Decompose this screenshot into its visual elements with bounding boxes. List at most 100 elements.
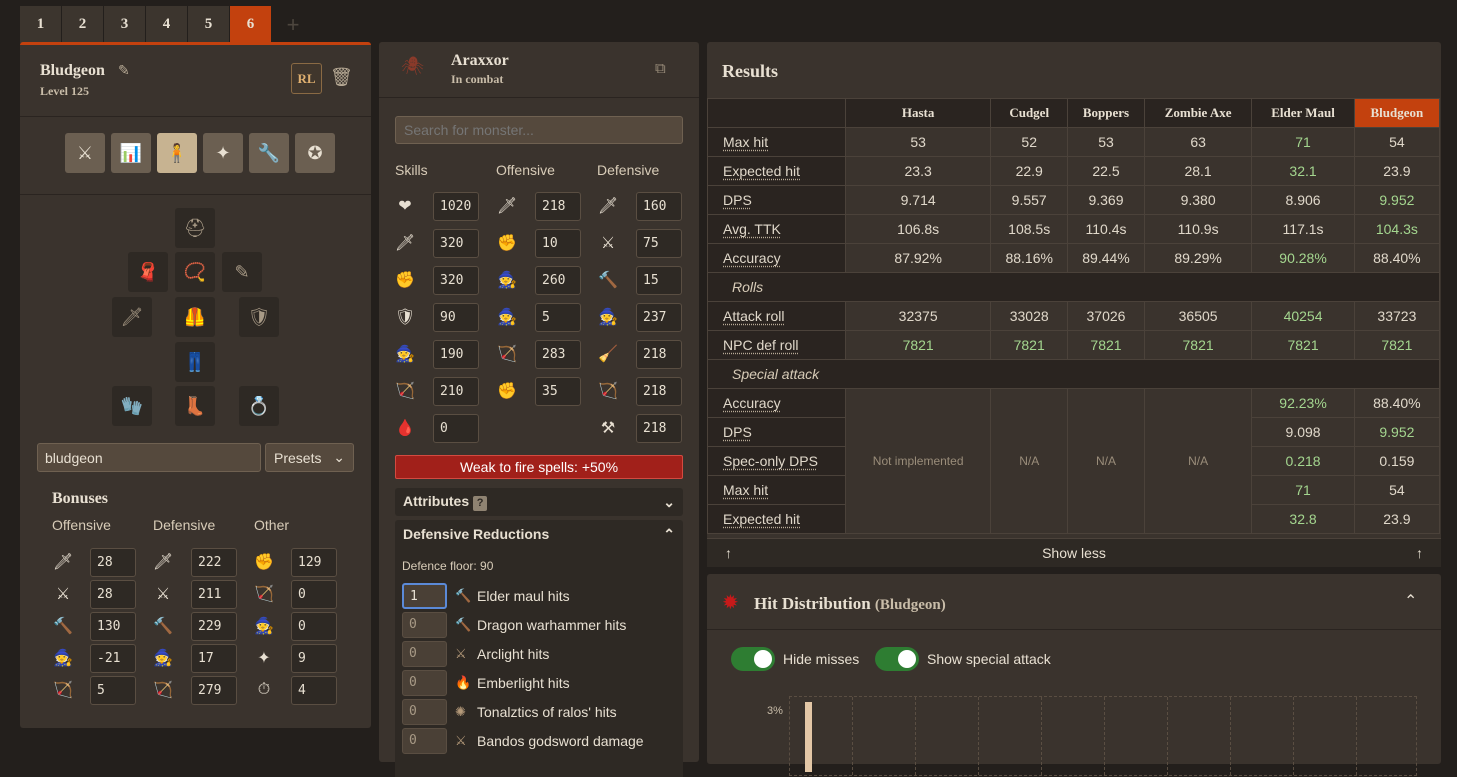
tab-6[interactable]: 6 — [230, 6, 272, 43]
monster-defensive-value[interactable]: 218 — [636, 414, 682, 443]
row-label: Spec-only DPS — [707, 446, 846, 476]
attributes-accordion[interactable]: Attributes? ⌄ — [395, 488, 683, 516]
monster-defensive-value[interactable]: 218 — [636, 377, 682, 406]
result-cell: 110.9s — [1143, 214, 1253, 244]
equipment-search-input[interactable] — [37, 443, 261, 472]
equipment-icon[interactable]: 🧍 — [157, 133, 197, 173]
bonus-other-value: 0 — [291, 580, 337, 609]
body-slot-icon[interactable]: 🦺 — [175, 297, 215, 337]
monster-offensive-value[interactable]: 283 — [535, 340, 581, 369]
combat-styles-icon[interactable]: ⚔ — [65, 133, 105, 173]
neck-slot-icon[interactable]: 📿 — [175, 252, 215, 292]
reduction-row: 0 ✺ Tonalztics of ralos' hits — [402, 699, 617, 725]
reduction-label: Tonalztics of ralos' hits — [477, 704, 617, 720]
bonus-defensive-value: 222 — [191, 548, 237, 577]
hit-distribution-header[interactable]: ✹ Hit Distribution (Bludgeon) ⌃ — [707, 574, 1441, 630]
monster-offensive-value[interactable]: 218 — [535, 192, 581, 221]
tab-1[interactable]: 1 — [20, 6, 62, 43]
weapon-icon: ⚔ — [455, 733, 467, 748]
ring-slot-icon[interactable]: 💍 — [239, 386, 279, 426]
tab-3[interactable]: 3 — [104, 6, 146, 43]
spanner-icon[interactable]: 🔧 — [249, 133, 289, 173]
monster-status: In combat — [451, 72, 504, 86]
grid-line — [915, 697, 916, 775]
result-cell: 108.5s — [990, 214, 1069, 244]
monster-offensive-value[interactable]: 10 — [535, 229, 581, 258]
head-slot-icon[interactable]: ⛑ — [175, 208, 215, 248]
slash-icon: ⚔ — [155, 586, 171, 603]
show-less-label: Show less — [1042, 545, 1106, 561]
monster-offensive-value[interactable]: 260 — [535, 266, 581, 295]
monster-defensive-value[interactable]: 218 — [636, 340, 682, 369]
show-less-button[interactable]: ↑ Show less ↑ — [707, 538, 1441, 567]
presets-dropdown[interactable]: Presets ⌄ — [265, 443, 354, 472]
chevron-up-icon[interactable]: ⌃ — [1404, 591, 1417, 611]
tab-2[interactable]: 2 — [62, 6, 104, 43]
reduction-input[interactable]: 0 — [402, 670, 447, 696]
monster-skills-value[interactable]: 320 — [433, 229, 479, 258]
stab-icon: 🗡 — [152, 554, 174, 571]
prayer-icon[interactable]: ✦ — [203, 133, 243, 173]
monster-skills-value[interactable]: 210 — [433, 377, 479, 406]
column-header[interactable]: Elder Maul — [1251, 98, 1355, 128]
monster-skills-value[interactable]: 1020 — [433, 192, 479, 221]
slash-icon: ⚔ — [55, 586, 71, 603]
show-special-toggle[interactable] — [875, 647, 919, 671]
monster-defensive-value[interactable]: 237 — [636, 303, 682, 332]
column-header[interactable]: Bludgeon — [1353, 98, 1441, 128]
column-header[interactable]: Zombie Axe — [1143, 98, 1253, 128]
external-link-icon[interactable]: ⧉ — [655, 60, 666, 77]
result-cell: 92.23% — [1251, 388, 1355, 418]
monster-skills-value[interactable]: 90 — [433, 303, 479, 332]
edit-name-icon[interactable]: ✎ — [118, 62, 130, 79]
cape-slot-icon[interactable]: 🧣 — [128, 252, 168, 292]
ranged-strength-icon: ✊ — [497, 383, 517, 400]
result-cell: 54 — [1353, 127, 1441, 157]
row-label: DPS — [707, 185, 846, 215]
monster-skills-value[interactable]: 0 — [433, 414, 479, 443]
hide-misses-toggle[interactable] — [731, 647, 775, 671]
monster-skills-value[interactable]: 190 — [433, 340, 479, 369]
add-tab-button[interactable]: + — [272, 6, 314, 43]
hands-slot-icon[interactable]: 🧤 — [112, 386, 152, 426]
monster-skills-value[interactable]: 320 — [433, 266, 479, 295]
reduction-input[interactable]: 1 — [402, 583, 447, 609]
monster-defensive-value[interactable]: 160 — [636, 192, 682, 221]
row-label: Accuracy — [707, 243, 846, 273]
column-header[interactable]: Hasta — [844, 98, 992, 128]
column-header[interactable]: Boppers — [1067, 98, 1145, 128]
reduction-input[interactable]: 0 — [402, 728, 447, 754]
reduction-input[interactable]: 0 — [402, 641, 447, 667]
spellbook-icon[interactable]: ✪ — [295, 133, 335, 173]
show-special-label: Show special attack — [927, 651, 1051, 667]
tab-5[interactable]: 5 — [188, 6, 230, 43]
attack-bonus-icon: 🗡 — [496, 198, 518, 215]
feet-slot-icon[interactable]: 👢 — [175, 386, 215, 426]
monster-offensive-value[interactable]: 5 — [535, 303, 581, 332]
help-icon[interactable]: ? — [473, 496, 488, 511]
defensive-reductions-accordion[interactable]: Defensive Reductions ⌃ — [395, 520, 683, 548]
weapon-icon: 🔥 — [455, 675, 472, 690]
monster-defensive-value[interactable]: 75 — [636, 229, 682, 258]
section-row: Special attack — [707, 359, 1440, 389]
monster-search-input[interactable] — [395, 116, 683, 144]
tab-4[interactable]: 4 — [146, 6, 188, 43]
ammo-slot-icon[interactable]: ✎ — [222, 252, 262, 292]
monster-offensive-value[interactable]: 35 — [535, 377, 581, 406]
row-label: DPS — [707, 417, 846, 447]
skills-icon[interactable]: 📊 — [111, 133, 151, 173]
bonus-other-label: Other — [254, 517, 290, 533]
result-cell: 28.1 — [1143, 156, 1253, 186]
delete-icon[interactable]: 🗑 — [330, 67, 353, 88]
loadout-name[interactable]: Bludgeon — [40, 62, 105, 80]
grid-line — [1293, 697, 1294, 775]
reduction-input[interactable]: 0 — [402, 612, 447, 638]
shield-slot-icon[interactable]: 🛡 — [239, 297, 279, 337]
reduction-input[interactable]: 0 — [402, 699, 447, 725]
result-cell: 32.8 — [1251, 504, 1355, 534]
monster-defensive-value[interactable]: 15 — [636, 266, 682, 295]
runelite-import-button[interactable]: RL — [291, 63, 322, 94]
weapon-slot-icon[interactable]: 🗡 — [112, 297, 152, 337]
column-header[interactable]: Cudgel — [990, 98, 1069, 128]
legs-slot-icon[interactable]: 👖 — [175, 342, 215, 382]
